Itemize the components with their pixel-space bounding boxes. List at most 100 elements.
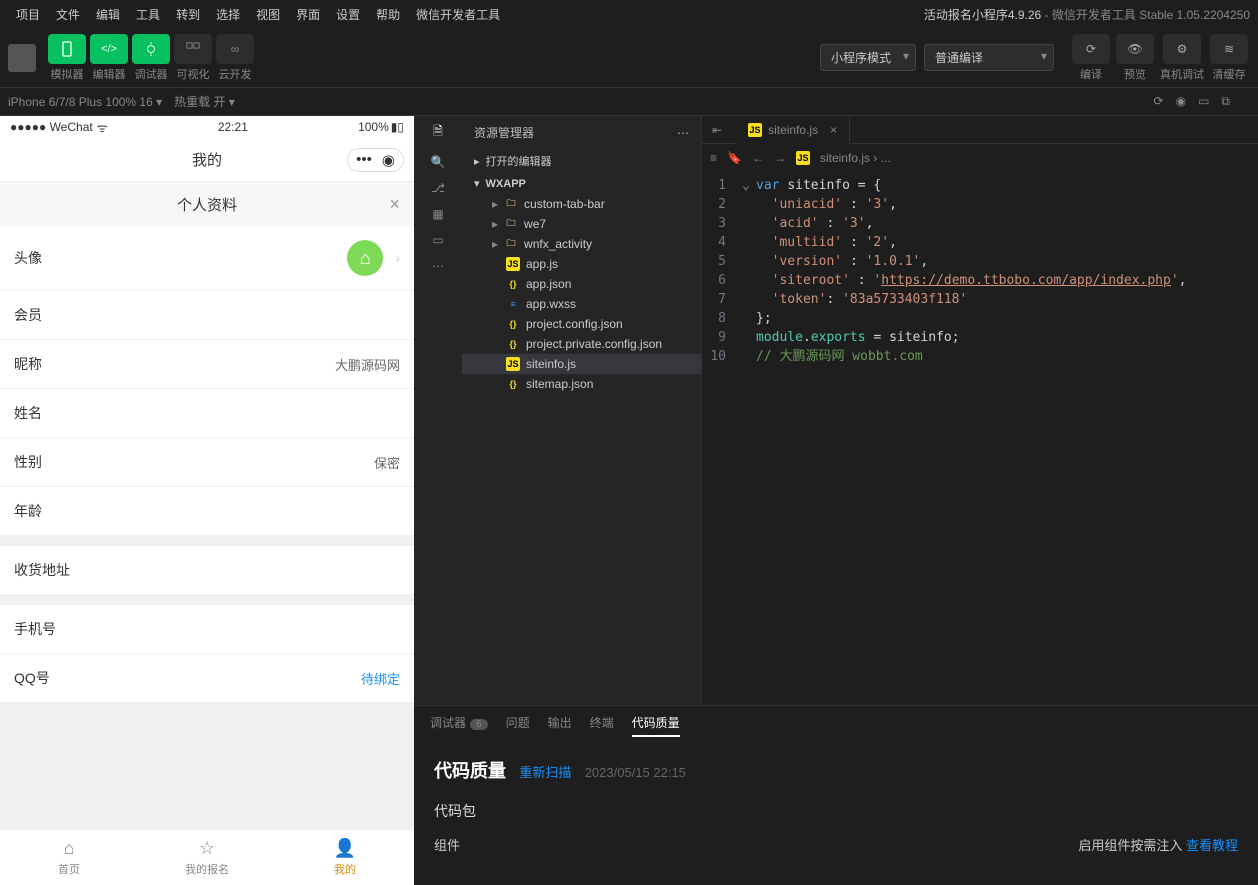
visual-button[interactable] <box>174 34 212 64</box>
panel-tab[interactable]: 代码质量 <box>632 714 680 737</box>
capsule-menu-icon[interactable]: ••• <box>356 151 372 168</box>
tree-item[interactable]: JSsiteinfo.js <box>462 354 701 374</box>
window-title: 活动报名小程序4.9.26 - 微信开发者工具 Stable 1.05.2204… <box>924 6 1250 23</box>
explorer-icon[interactable]: 🗎 <box>433 122 443 143</box>
mode-select[interactable]: 小程序模式 <box>820 44 916 71</box>
simulator-pane: ●●●●● WeChatᯤ 22:21 100%▮▯ 我的 •••◉ 个人资料 … <box>0 116 414 885</box>
git-icon[interactable]: ⎇ <box>431 181 445 195</box>
cloud-button[interactable]: ∞ <box>216 34 254 64</box>
profile-cell[interactable]: 性别保密 <box>0 438 414 487</box>
debugger-button[interactable] <box>132 34 170 64</box>
profile-cell[interactable]: 手机号 <box>0 595 414 654</box>
profile-cell[interactable]: 年龄 <box>0 487 414 536</box>
visual-label: 可视化 <box>177 66 210 82</box>
tree-item[interactable]: ▸🗀custom-tab-bar <box>462 194 701 214</box>
quality-title: 代码质量 <box>434 761 506 781</box>
compile-button[interactable]: ⟳ <box>1072 34 1110 64</box>
explorer-more-icon[interactable]: ⋯ <box>677 126 689 140</box>
simulator-button[interactable] <box>48 34 86 64</box>
menu-item[interactable]: 转到 <box>168 6 208 23</box>
hot-reload-toggle[interactable]: 热重载 开 ▾ <box>174 93 235 110</box>
tree-item[interactable]: ≡app.wxss <box>462 294 701 314</box>
breadcrumb[interactable]: siteinfo.js › ... <box>820 151 891 165</box>
profile-cell[interactable]: 会员 <box>0 291 414 340</box>
wxss-file-icon: ≡ <box>506 297 520 311</box>
menu-item[interactable]: 项目 <box>8 6 48 23</box>
wifi-icon: ᯤ <box>97 119 108 136</box>
more-icon[interactable]: ⋯ <box>432 259 444 273</box>
panel-tab[interactable]: 终端 <box>590 714 614 737</box>
menu-item[interactable]: 工具 <box>128 6 168 23</box>
clock-label: 22:21 <box>218 120 248 134</box>
device-select[interactable]: iPhone 6/7/8 Plus 100% 16 ▾ <box>8 95 162 109</box>
page-title-row: 个人资料 × <box>0 182 414 226</box>
tree-item[interactable]: ▸🗀we7 <box>462 214 701 234</box>
menu-item[interactable]: 编辑 <box>88 6 128 23</box>
editor-button[interactable]: </> <box>90 34 128 64</box>
menu-item[interactable]: 选择 <box>208 6 248 23</box>
editor-action-icon[interactable]: ⇤ <box>712 123 722 137</box>
profile-cell[interactable]: QQ号待绑定 <box>0 654 414 703</box>
profile-cell[interactable]: 收货地址 <box>0 536 414 595</box>
tab-bar: ⌂首页☆我的报名👤我的 <box>0 829 414 885</box>
chevron-right-icon: ▸ <box>492 197 498 211</box>
tab-close-icon[interactable]: × <box>830 123 837 137</box>
panel-tab[interactable]: 调试器6 <box>430 714 488 737</box>
menu-item[interactable]: 微信开发者工具 <box>408 6 508 23</box>
profile-list[interactable]: 头像⌂›会员昵称大鹏源码网姓名性别保密年龄收货地址手机号QQ号待绑定 <box>0 226 414 829</box>
json-file-icon: {} <box>506 317 520 331</box>
tree-item[interactable]: {}app.json <box>462 274 701 294</box>
capsule-button[interactable]: ••• ◉ <box>347 148 404 172</box>
rescan-link[interactable]: 重新扫描 <box>519 765 571 780</box>
menu-item[interactable]: 界面 <box>288 6 328 23</box>
clear-cache-button[interactable]: ≋ <box>1210 34 1248 64</box>
debug-icon[interactable]: ▭ <box>432 233 443 247</box>
capsule-close-icon[interactable]: ◉ <box>382 151 395 169</box>
open-editors-header[interactable]: ▸打开的编辑器 <box>462 149 701 173</box>
tab-item[interactable]: ☆我的报名 <box>138 830 276 885</box>
tab-item[interactable]: 👤我的 <box>276 830 414 885</box>
search-icon[interactable]: 🔍 <box>431 155 446 169</box>
project-root[interactable]: ▾WXAPP <box>462 173 701 194</box>
tab-item[interactable]: ⌂首页 <box>0 830 138 885</box>
page-title: 个人资料 <box>177 194 237 215</box>
compile-select[interactable]: 普通编译 <box>924 44 1054 71</box>
remote-debug-button[interactable]: ⚙ <box>1163 34 1201 64</box>
top-menu: 项目 文件 编辑 工具 转到 选择 视图 界面 设置 帮助 微信开发者工具 活动… <box>0 0 1258 28</box>
close-icon[interactable]: × <box>389 194 400 215</box>
section-label: 代码包 <box>434 801 1238 821</box>
panel-tab[interactable]: 输出 <box>548 714 572 737</box>
nav-fwd-icon[interactable]: → <box>774 151 786 165</box>
refresh-icon[interactable]: ⟳ <box>1154 94 1164 109</box>
editor-toolbar-icon[interactable]: ≡ <box>710 151 717 165</box>
panel-tab[interactable]: 问题 <box>506 714 530 737</box>
profile-cell[interactable]: 姓名 <box>0 389 414 438</box>
tree-item[interactable]: JSapp.js <box>462 254 701 274</box>
tree-item[interactable]: {}project.config.json <box>462 314 701 334</box>
tree-item[interactable]: {}sitemap.json <box>462 374 701 394</box>
editor-label: 编辑器 <box>93 66 126 82</box>
tree-item[interactable]: {}project.private.config.json <box>462 334 701 354</box>
profile-cell[interactable]: 头像⌂› <box>0 226 414 291</box>
preview-button[interactable]: 👁 <box>1116 34 1154 64</box>
record-icon[interactable]: ◉ <box>1176 94 1186 109</box>
json-file-icon: {} <box>506 377 520 391</box>
menu-item[interactable]: 帮助 <box>368 6 408 23</box>
menu-item[interactable]: 文件 <box>48 6 88 23</box>
bookmark-icon[interactable]: 🔖 <box>727 151 742 165</box>
tree-item[interactable]: ▸🗀wnfx_activity <box>462 234 701 254</box>
nav-back-icon[interactable]: ← <box>752 151 764 165</box>
chevron-right-icon: › <box>395 250 400 266</box>
menu-item[interactable]: 视图 <box>248 6 288 23</box>
bottom-panel: 调试器6问题输出终端代码质量 代码质量 重新扫描 2023/05/15 22:1… <box>414 705 1258 885</box>
profile-cell[interactable]: 昵称大鹏源码网 <box>0 340 414 389</box>
tutorial-link[interactable]: 查看教程 <box>1186 838 1238 853</box>
editor-tab[interactable]: JSsiteinfo.js× <box>736 116 850 144</box>
carrier-label: ●●●●● WeChat <box>10 120 93 134</box>
device-icon[interactable]: ▭ <box>1198 94 1209 109</box>
extensions-icon[interactable]: ▦ <box>432 207 443 221</box>
editor-area: ⇤ JSsiteinfo.js× ≡ 🔖 ← → JS siteinfo.js … <box>702 116 1258 705</box>
popout-icon[interactable]: ⧉ <box>1221 94 1230 109</box>
menu-item[interactable]: 设置 <box>328 6 368 23</box>
code-editor[interactable]: 1⌄var siteinfo = {2 'uniacid' : '3',3 'a… <box>702 172 1258 705</box>
